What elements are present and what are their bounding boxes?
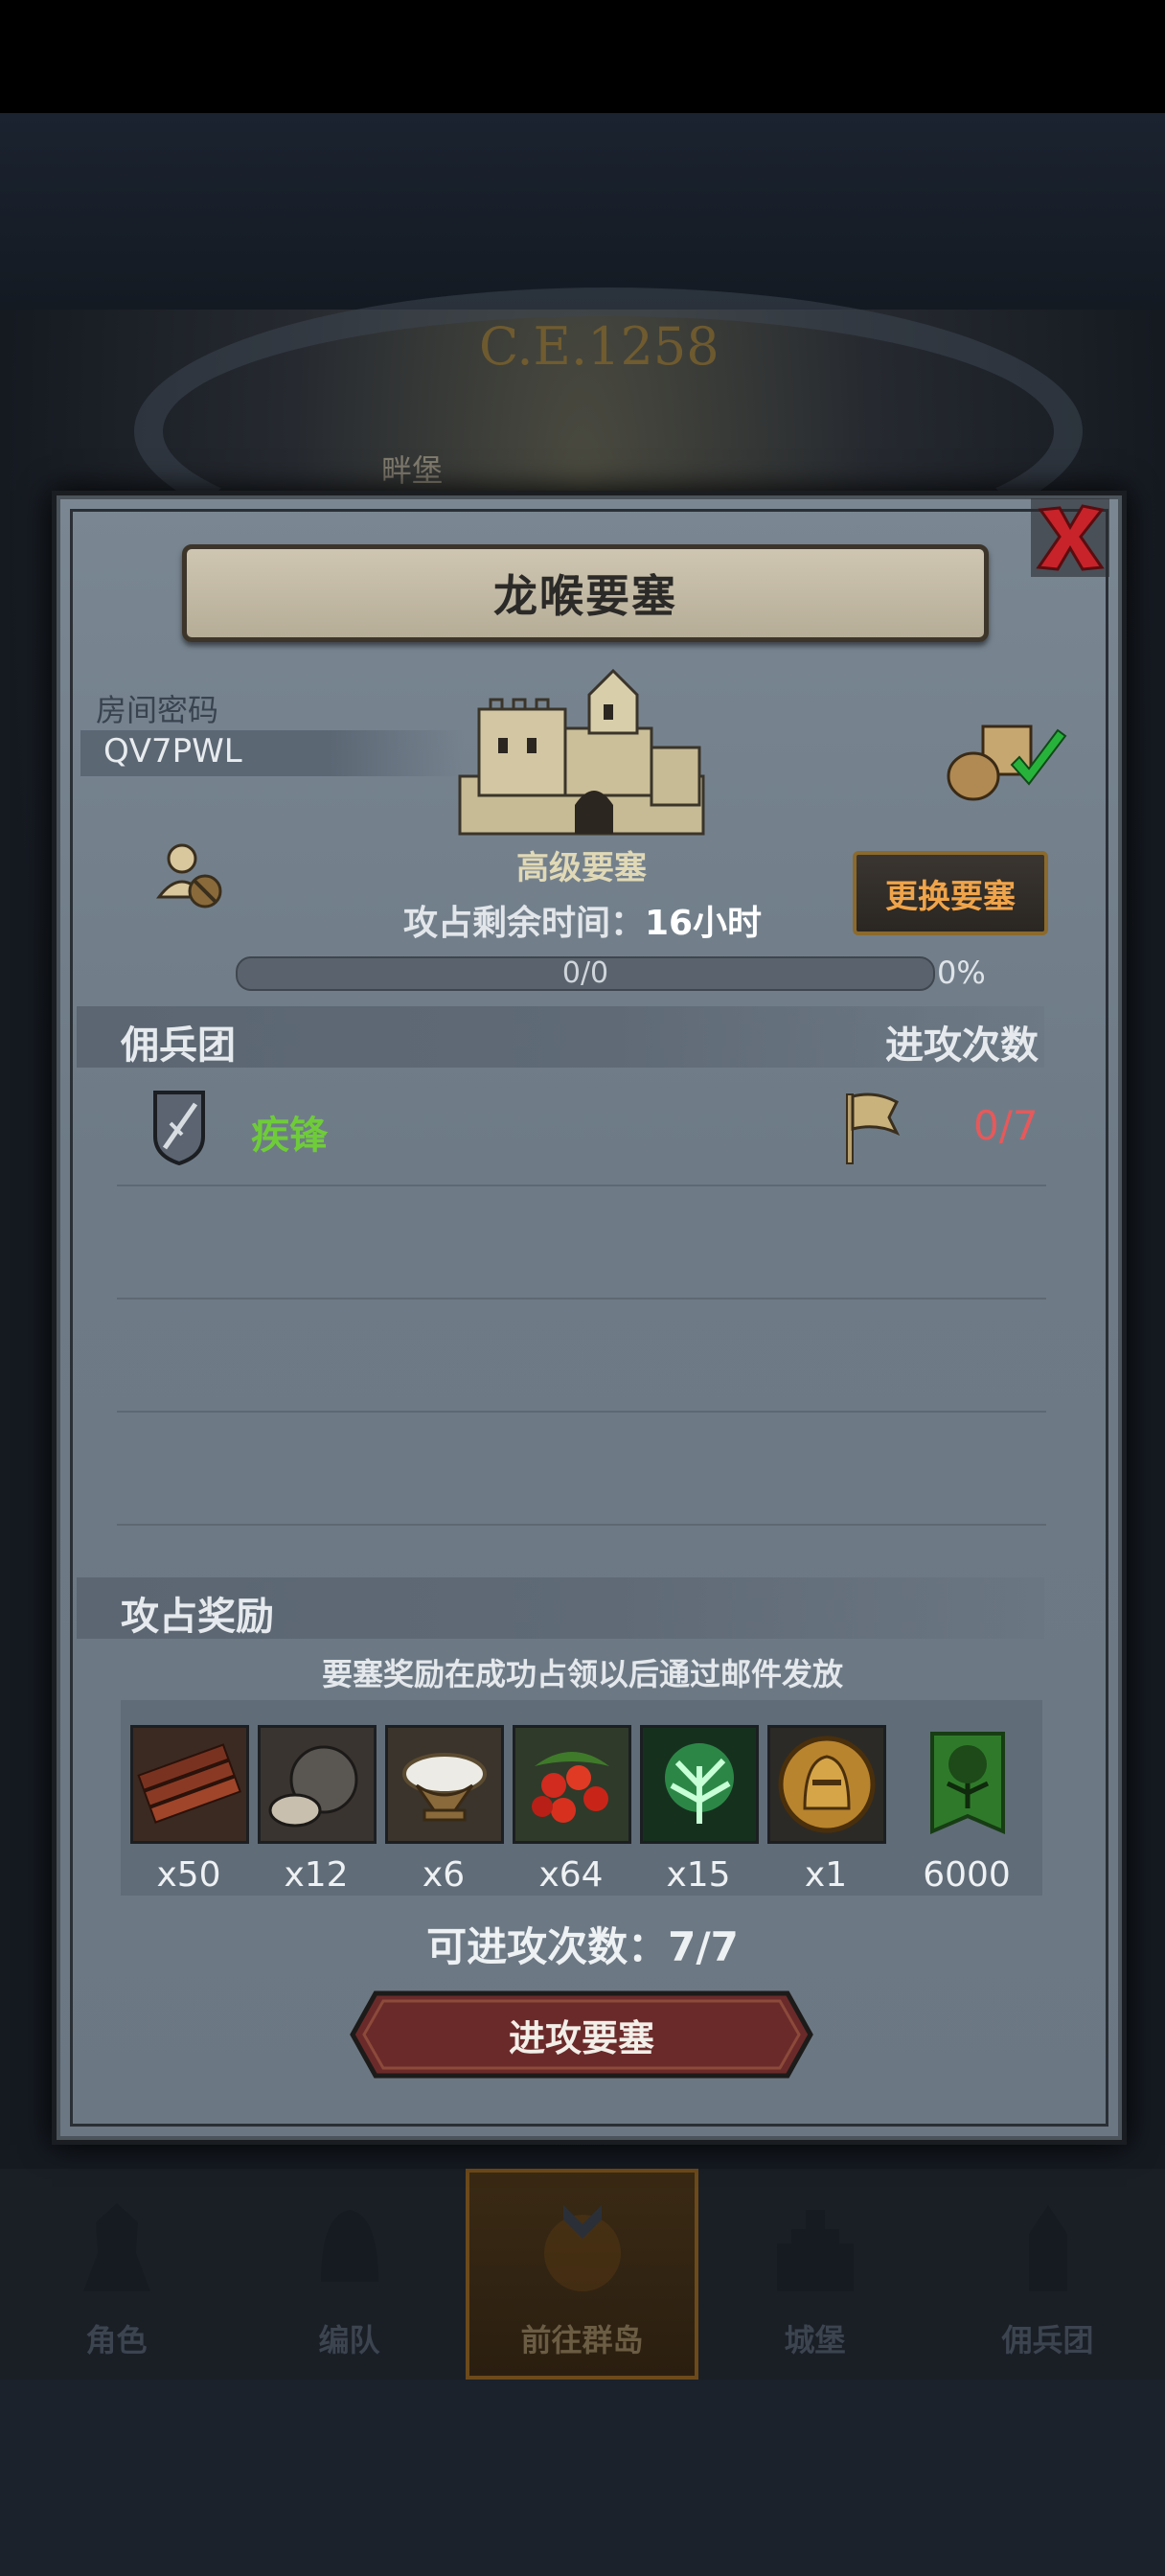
- reward-qty: x6: [422, 1855, 466, 1895]
- row-divider: [117, 1411, 1046, 1413]
- attack-count-header: 进攻次数: [885, 1024, 1039, 1068]
- status-bar: [0, 0, 1165, 113]
- progress-percent: 0%: [937, 954, 986, 991]
- reward-qty: x50: [156, 1855, 221, 1895]
- mercenary-icon: [1028, 2205, 1067, 2291]
- truffle-icon: [258, 1725, 377, 1844]
- row-divider: [117, 1184, 1046, 1186]
- nav-item-character[interactable]: 角色: [0, 2169, 233, 2380]
- reward-item[interactable]: x12: [258, 1725, 377, 1895]
- nav-item-mercenary[interactable]: 佣兵团: [931, 2169, 1164, 2380]
- reward-note: 要塞奖励在成功占领以后通过邮件发放: [321, 1656, 843, 1692]
- globe-icon: [543, 2205, 621, 2291]
- fortress-castle-icon: [458, 668, 705, 836]
- close-icon[interactable]: [1027, 494, 1113, 581]
- bottom-nav: 角色 编队 前往群岛 城堡 佣兵团: [0, 2169, 1165, 2380]
- change-fortress-label: 更换要塞: [885, 877, 1016, 916]
- attack-fortress-label: 进攻要塞: [508, 2016, 654, 2059]
- mercenary-header: 佣兵团: [121, 1024, 236, 1068]
- capture-progress-bar: 0/0: [236, 956, 935, 991]
- green-tree-essence-icon: [640, 1725, 759, 1844]
- flag-icon: [846, 1092, 901, 1164]
- background-castle-label: 畔堡: [381, 452, 444, 489]
- dialog-title: 龙喉要塞: [493, 570, 677, 622]
- mercenary-name: 疾锋: [251, 1114, 328, 1158]
- change-fortress-button[interactable]: 更换要塞: [853, 851, 1048, 935]
- remaining-time-value: 16小时: [644, 904, 763, 943]
- castle-icon: [776, 2210, 854, 2291]
- player-blocked-icon: [155, 843, 222, 908]
- background-year: C.E.1258: [479, 316, 720, 377]
- remaining-time: 攻占剩余时间：16小时: [287, 895, 878, 945]
- nav-label: 编队: [318, 2322, 380, 2358]
- room-code-value: QV7PWL: [103, 732, 242, 770]
- reward-qty: 6000: [923, 1855, 1011, 1895]
- mercenary-shield-icon: [153, 1091, 205, 1165]
- available-attacks: 可进攻次数：7/7: [287, 1915, 878, 1973]
- room-code-label: 房间密码: [96, 692, 219, 728]
- reward-item[interactable]: x6: [385, 1725, 504, 1895]
- nav-item-formation[interactable]: 编队: [233, 2169, 466, 2380]
- mercenary-attack-count: 0/7: [973, 1102, 1039, 1149]
- reward-qty: x15: [666, 1855, 731, 1895]
- nav-label: 角色: [85, 2322, 148, 2358]
- reward-item[interactable]: x50: [130, 1725, 249, 1895]
- helmet-icon: [320, 2210, 378, 2282]
- available-attacks-label: 可进攻次数：: [426, 1923, 669, 1970]
- salt-bowl-icon: [385, 1725, 504, 1844]
- reward-item[interactable]: x64: [513, 1725, 631, 1895]
- available-attacks-value: 7/7: [668, 1923, 739, 1970]
- resource-collected-icon: [947, 724, 1067, 801]
- reward-item[interactable]: 6000: [908, 1725, 1025, 1895]
- progress-text: 0/0: [561, 956, 609, 990]
- bottom-strip: [0, 2380, 1165, 2576]
- reward-qty: x1: [804, 1855, 848, 1895]
- title-banner: 龙喉要塞: [182, 544, 989, 642]
- row-divider: [117, 1298, 1046, 1300]
- knight-icon: [82, 2203, 150, 2291]
- nav-label: 佣兵团: [1001, 2322, 1094, 2358]
- reward-item[interactable]: x1: [767, 1725, 886, 1895]
- reward-item[interactable]: x15: [640, 1725, 759, 1895]
- berries-icon: [513, 1725, 631, 1844]
- nav-label: 城堡: [784, 2322, 846, 2358]
- remaining-time-label: 攻占剩余时间：: [402, 904, 645, 943]
- reward-qty: x64: [538, 1855, 604, 1895]
- nav-item-castle[interactable]: 城堡: [698, 2169, 931, 2380]
- wood-planks-icon: [130, 1725, 249, 1844]
- green-tree-banner-icon: [930, 1732, 1005, 1835]
- knight-helmet-coin-icon: [767, 1725, 886, 1844]
- background-band: [0, 113, 1165, 310]
- nav-label: 前往群岛: [520, 2322, 644, 2358]
- nav-item-islands[interactable]: 前往群岛: [466, 2169, 698, 2380]
- attack-fortress-button[interactable]: 进攻要塞: [349, 1990, 814, 2080]
- reward-header: 攻占奖励: [121, 1595, 274, 1639]
- row-divider: [117, 1524, 1046, 1526]
- fortress-type: 高级要塞: [516, 849, 647, 887]
- reward-qty: x12: [284, 1855, 349, 1895]
